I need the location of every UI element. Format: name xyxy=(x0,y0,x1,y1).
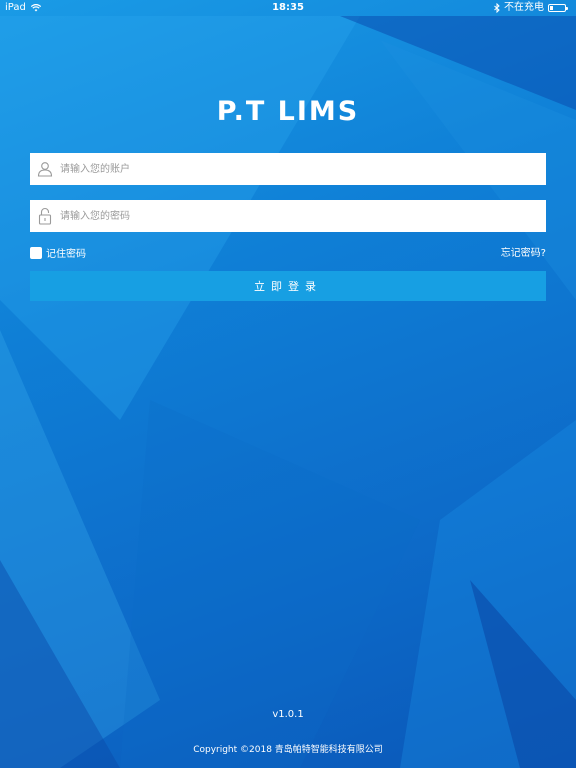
status-time: 18:35 xyxy=(272,2,304,13)
copyright-text: Copyright ©2018 青岛帕特智能科技有限公司 xyxy=(193,745,383,755)
login-button[interactable]: 立即登录 xyxy=(30,271,546,301)
version-label: v1.0.1 xyxy=(272,709,304,720)
lock-icon xyxy=(36,206,54,226)
forgot-password-link[interactable]: 忘记密码? xyxy=(501,244,546,259)
battery-icon xyxy=(548,4,568,12)
user-icon xyxy=(36,159,54,179)
password-field[interactable] xyxy=(30,200,546,232)
bluetooth-icon xyxy=(494,3,500,13)
account-input[interactable] xyxy=(60,154,546,184)
app-title: P.T LIMS xyxy=(216,96,360,127)
status-bar: iPad 18:35 不在充电 xyxy=(0,0,576,16)
account-field[interactable] xyxy=(30,153,546,185)
remember-checkbox[interactable] xyxy=(30,246,42,259)
remember-password[interactable]: 记住密码 xyxy=(30,245,86,260)
charging-status: 不在充电 xyxy=(504,2,544,13)
password-input[interactable] xyxy=(60,201,546,231)
remember-label: 记住密码 xyxy=(46,249,86,260)
